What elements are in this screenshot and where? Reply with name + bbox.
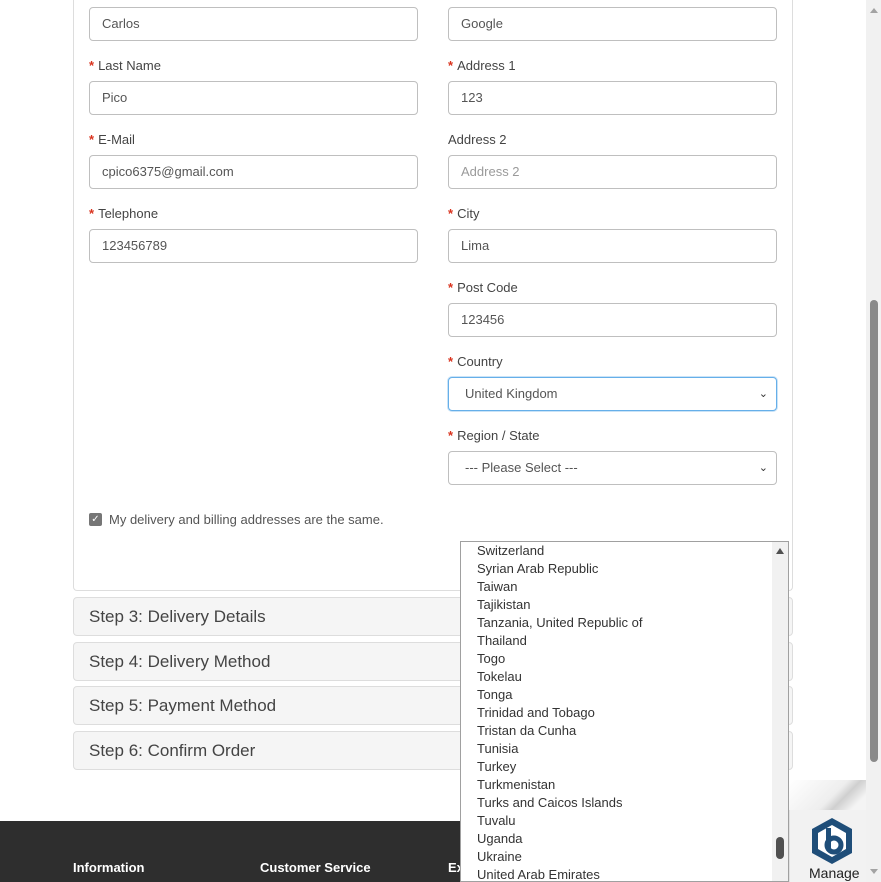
country-option[interactable]: Trinidad and Tobago	[461, 704, 773, 722]
country-option[interactable]: Uganda	[461, 830, 773, 848]
required-mark: *	[448, 58, 454, 73]
country-dropdown-list[interactable]: Switzerland Syrian Arab Republic Taiwan Taj…	[460, 541, 789, 882]
country-option[interactable]: Tajikistan	[461, 596, 773, 614]
country-select[interactable]: United Kingdom ⌄	[448, 377, 777, 411]
country-option[interactable]: Switzerland	[461, 542, 773, 560]
address-2-label: Address 2	[448, 132, 507, 147]
company-input[interactable]: Google	[448, 7, 777, 41]
country-label: * Country	[448, 354, 503, 369]
email-input[interactable]: cpico6375@gmail.com	[89, 155, 418, 189]
chevron-down-icon: ⌄	[758, 388, 768, 400]
step-title: Step 3: Delivery Details	[89, 607, 266, 626]
footer-heading-information: Information	[73, 860, 145, 875]
country-option[interactable]: Taiwan	[461, 578, 773, 596]
country-option[interactable]: Turks and Caicos Islands	[461, 794, 773, 812]
country-option[interactable]: Syrian Arab Republic	[461, 560, 773, 578]
scroll-up-arrow-icon[interactable]	[776, 548, 784, 554]
email-label: * E-Mail	[89, 132, 135, 147]
required-mark: *	[448, 354, 454, 369]
country-option[interactable]: Ukraine	[461, 848, 773, 866]
step-title: Step 4: Delivery Method	[89, 652, 271, 671]
manage-widget[interactable]: Manage	[789, 780, 866, 882]
city-label: * City	[448, 206, 480, 221]
required-mark: *	[89, 206, 95, 221]
last-name-input[interactable]: Pico	[89, 81, 418, 115]
post-code-label: * Post Code	[448, 280, 518, 295]
telephone-input[interactable]: 123456789	[89, 229, 418, 263]
manage-label: Manage	[809, 865, 860, 881]
required-mark: *	[89, 58, 95, 73]
address-2-input[interactable]: Address 2	[448, 155, 777, 189]
step-title: Step 6: Confirm Order	[89, 741, 256, 760]
country-option[interactable]: Tuvalu	[461, 812, 773, 830]
last-name-label: * Last Name	[89, 58, 161, 73]
required-mark: *	[448, 206, 454, 221]
country-option[interactable]: Tokelau	[461, 668, 773, 686]
step-title: Step 5: Payment Method	[89, 696, 277, 715]
dropdown-scroll-thumb[interactable]	[776, 837, 784, 859]
page-scroll-thumb[interactable]	[870, 300, 878, 762]
same-address-option[interactable]: ✓ My delivery and billing addresses are …	[89, 512, 384, 527]
city-input[interactable]: Lima	[448, 229, 777, 263]
region-label: * Region / State	[448, 428, 540, 443]
post-code-input[interactable]: 123456	[448, 303, 777, 337]
scroll-down-arrow-icon[interactable]	[870, 869, 878, 874]
country-option[interactable]: Thailand	[461, 632, 773, 650]
country-option[interactable]: Togo	[461, 650, 773, 668]
manage-logo-icon	[812, 818, 852, 864]
country-option[interactable]: Tristan da Cunha	[461, 722, 773, 740]
footer-heading-customer-service: Customer Service	[260, 860, 371, 875]
country-option[interactable]: Turkmenistan	[461, 776, 773, 794]
telephone-label: * Telephone	[89, 206, 159, 221]
country-option[interactable]: Tanzania, United Republic of	[461, 614, 773, 632]
page-scrollbar[interactable]	[866, 0, 881, 882]
required-mark: *	[448, 428, 454, 443]
same-address-checkbox[interactable]: ✓	[89, 513, 102, 526]
address-1-label: * Address 1	[448, 58, 516, 73]
scroll-up-arrow-icon[interactable]	[870, 8, 878, 13]
country-option[interactable]: Tunisia	[461, 740, 773, 758]
region-select[interactable]: --- Please Select --- ⌄	[448, 451, 777, 485]
required-mark: *	[448, 280, 454, 295]
country-option[interactable]: Tonga	[461, 686, 773, 704]
checkout-page: Carlos Google * Last Name Pico * Address 1…	[0, 0, 881, 882]
chevron-down-icon: ⌄	[758, 462, 768, 474]
first-name-input[interactable]: Carlos	[89, 7, 418, 41]
country-option[interactable]: Turkey	[461, 758, 773, 776]
same-address-label: My delivery and billing addresses are th…	[109, 512, 384, 527]
address-1-input[interactable]: 123	[448, 81, 777, 115]
country-select-value: United Kingdom	[465, 386, 558, 401]
region-select-value: --- Please Select ---	[465, 460, 578, 475]
country-option[interactable]: United Arab Emirates	[461, 866, 773, 881]
dropdown-scrollbar[interactable]	[772, 542, 788, 881]
country-options: Switzerland Syrian Arab Republic Taiwan Taj…	[461, 542, 773, 881]
required-mark: *	[89, 132, 95, 147]
